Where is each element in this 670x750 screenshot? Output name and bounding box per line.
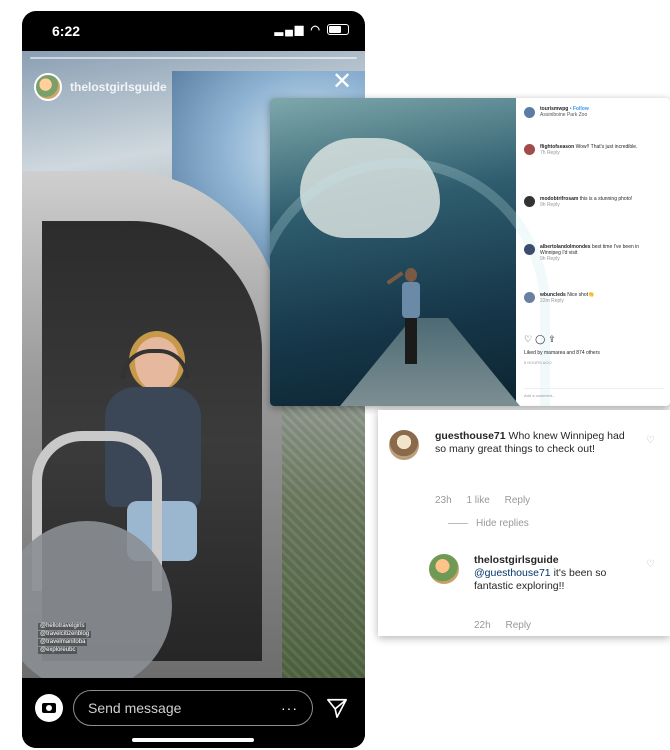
story-footer: Send message ··· [22, 678, 365, 748]
reply-body: thelostgirlsguide @guesthouse71 it's bee… [474, 554, 634, 593]
woman-figure [386, 268, 422, 368]
post-comment: albertolandolmondes best time I've been … [524, 244, 654, 262]
comment-text: this is a stunning photo! [579, 196, 633, 202]
reply-button[interactable]: Reply [505, 620, 531, 631]
mention-tag[interactable]: @exploreubc [38, 647, 78, 654]
hide-replies-label: Hide replies [476, 518, 529, 529]
commenter-avatar[interactable] [524, 244, 535, 255]
comment-meta: 7h Reply [540, 150, 560, 156]
post-comment: flightofseason Wow!! That's just incredi… [524, 144, 654, 156]
heart-icon[interactable]: ♡ [646, 436, 656, 446]
signal-icon: ▂▄▆ [274, 24, 306, 36]
hide-replies-button[interactable]: Hide replies [448, 518, 529, 529]
commenter-avatar[interactable] [389, 430, 419, 460]
comment-meta: 9h Reply [540, 202, 560, 208]
likes-count[interactable]: Liked by mamarea and 874 others [524, 350, 600, 356]
reply-button[interactable]: Reply [505, 495, 531, 506]
post-photo[interactable] [270, 98, 550, 406]
comment-likes[interactable]: 1 like [466, 495, 489, 506]
message-placeholder: Send message [88, 700, 182, 716]
post-actions: ♡◯⇪ [524, 334, 559, 345]
wifi-icon: ◠ [310, 24, 322, 36]
battery-icon [327, 24, 349, 35]
close-icon[interactable]: ✕ [329, 69, 355, 95]
post-author-avatar[interactable] [524, 106, 535, 118]
reply-user[interactable]: thelostgirlsguide [474, 554, 559, 566]
post-comment: modobtrifrosam this is a stunning photo!… [524, 196, 654, 208]
status-time: 6:22 [52, 23, 81, 39]
comment-text: Wow!! That's just incredible. [575, 144, 638, 150]
home-indicator [132, 738, 254, 742]
status-bar: 6:22 ▂▄▆ ◠ [22, 11, 365, 51]
divider-line [448, 523, 468, 524]
story-progress-bar [30, 57, 357, 59]
commenter-avatar[interactable] [524, 292, 535, 303]
comment-text: Nice shot👏 [567, 292, 595, 298]
commenter-avatar[interactable] [524, 196, 535, 207]
share-icon[interactable]: ⇪ [548, 334, 559, 344]
instagram-post: tourismwpg • Follow Assiniboine Park Zoo… [270, 98, 670, 406]
post-comment: wbuncleds Nice shot👏 22m Reply [524, 292, 654, 304]
camera-icon [42, 703, 56, 713]
story-avatar[interactable] [34, 73, 62, 101]
post-location[interactable]: Assiniboine Park Zoo [540, 112, 587, 118]
mention-tag[interactable]: @travelmanitoba [38, 639, 88, 646]
mention-tag[interactable]: @hellotravelgirls [38, 623, 87, 630]
post-header: tourismwpg • Follow Assiniboine Park Zoo [524, 106, 589, 118]
comment-thread: guesthouse71 Who knew Winnipeg had so ma… [378, 410, 670, 636]
post-date: 5 HOURS AGO [524, 360, 552, 365]
post-sidebar: tourismwpg • Follow Assiniboine Park Zoo… [516, 98, 670, 406]
send-message-input[interactable]: Send message ··· [73, 690, 313, 726]
comment-meta: 9h Reply [540, 256, 560, 262]
add-comment-input[interactable]: Add a comment... [524, 388, 664, 398]
camera-button[interactable] [35, 694, 63, 722]
status-icons: ▂▄▆ ◠ [275, 23, 349, 36]
comment-meta: 23h 1 like Reply [435, 495, 542, 506]
heart-icon[interactable]: ♡ [646, 560, 656, 570]
commenter-avatar[interactable] [524, 144, 535, 155]
more-options-icon[interactable]: ··· [281, 700, 298, 716]
comment-meta: 22m Reply [540, 298, 564, 304]
send-icon[interactable] [326, 697, 348, 719]
like-icon[interactable]: ♡ [524, 334, 535, 344]
comment-icon[interactable]: ◯ [535, 334, 548, 344]
reply-mention[interactable]: @guesthouse71 [474, 567, 551, 579]
story-username[interactable]: thelostgirlsguide [70, 80, 167, 94]
mention-tag[interactable]: @travelcitizenblog [38, 631, 92, 638]
story-header[interactable]: thelostgirlsguide [34, 71, 167, 103]
comment-user[interactable]: guesthouse71 [435, 430, 506, 442]
comment-body: guesthouse71 Who knew Winnipeg had so ma… [435, 430, 635, 456]
mention-tags: @hellotravelgirls @travelcitizenblog @tr… [38, 623, 92, 655]
reply-meta: 22h Reply [474, 620, 543, 631]
reply-avatar[interactable] [429, 554, 459, 584]
comment-time: 23h [435, 495, 452, 506]
reply-time: 22h [474, 620, 491, 631]
